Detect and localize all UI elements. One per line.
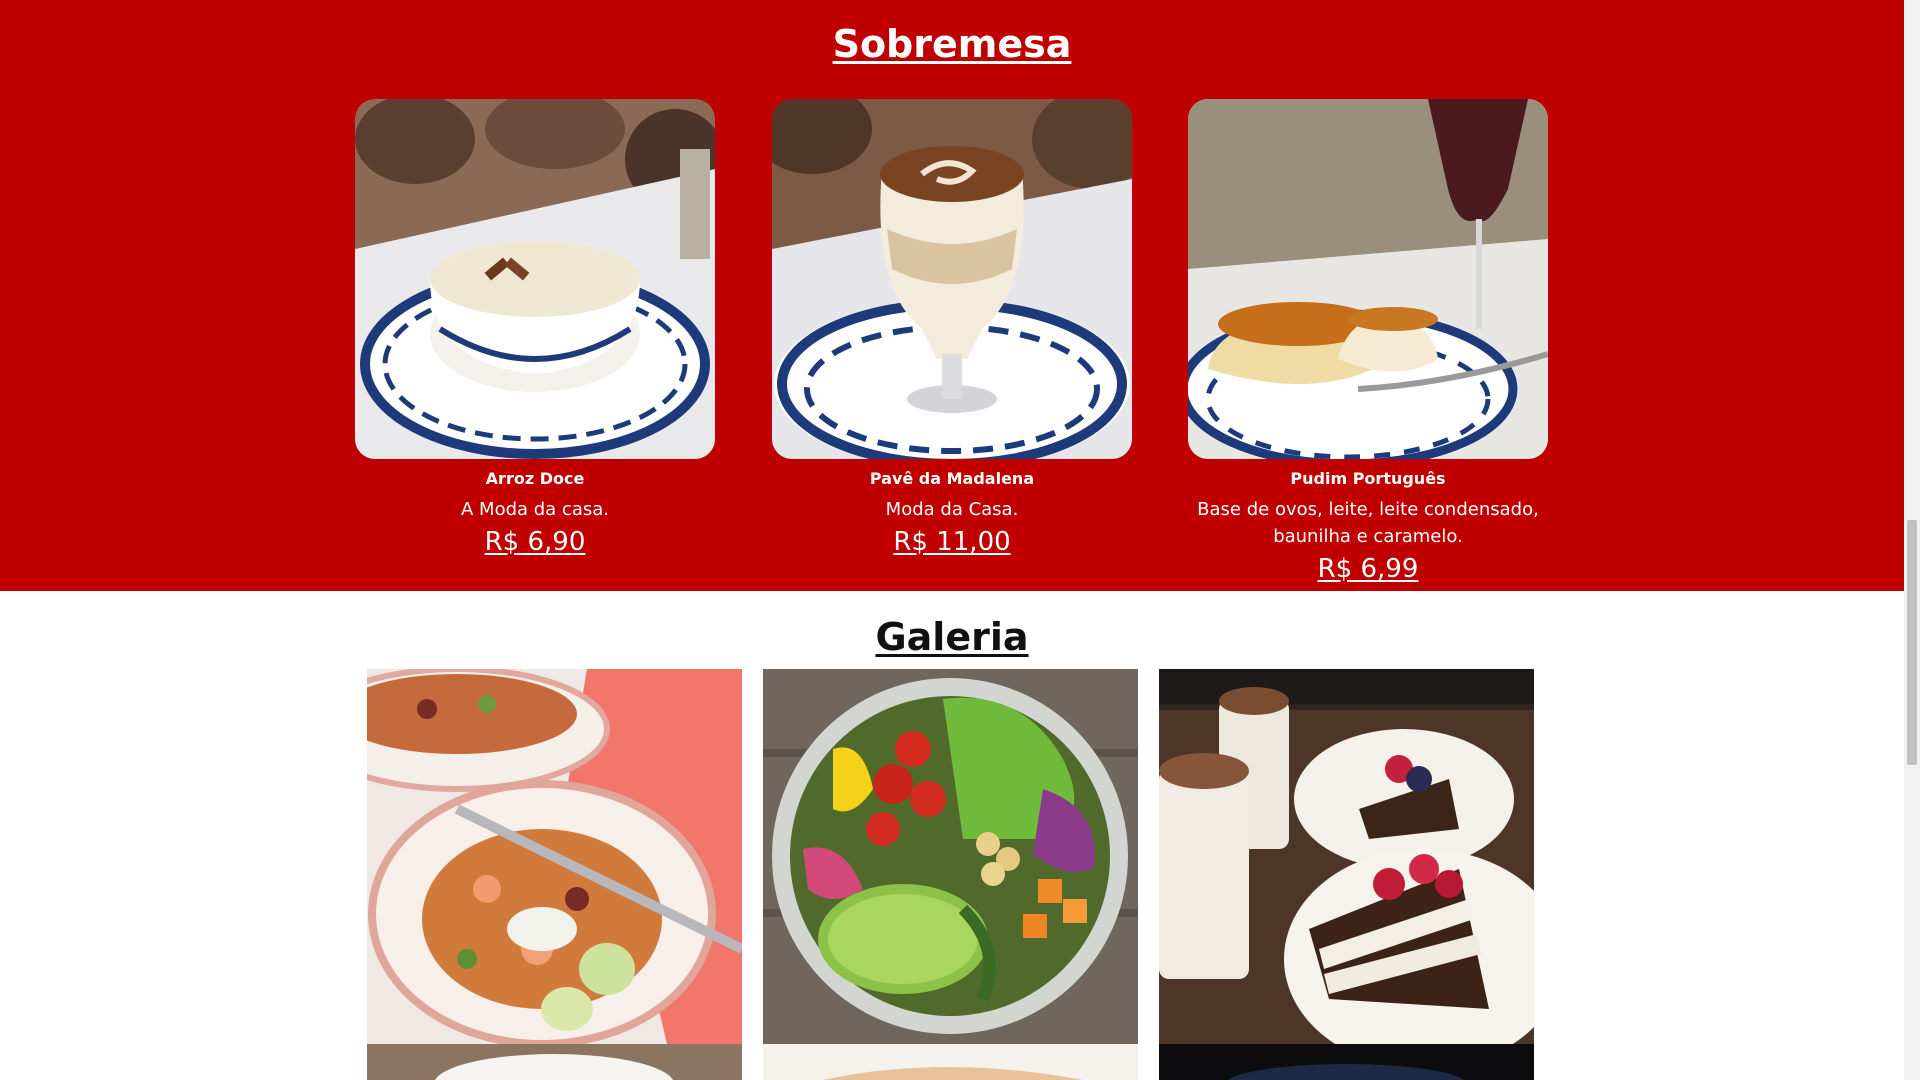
dessert-card-pudim-portugues: Pudim Português Base de ovos, leite, lei…	[1158, 99, 1578, 586]
dessert-card-pave-da-madalena: Pavê da Madalena Moda da Casa. R$ 11,00	[742, 99, 1162, 559]
gallery-image-row2-right	[1159, 1044, 1534, 1080]
gallery-image-cake-and-cocoa	[1159, 669, 1534, 1044]
dessert-description: A Moda da casa.	[461, 499, 609, 520]
vertical-scrollbar[interactable]	[1904, 0, 1920, 1080]
page: Sobremesa Arroz Doce A Moda da casa. R$ …	[0, 0, 1904, 1080]
sobremesa-title: Sobremesa	[832, 22, 1072, 66]
dessert-price-link[interactable]: R$ 6,90	[485, 525, 586, 559]
gallery-image-row2-left	[367, 1044, 742, 1080]
dessert-price-link[interactable]: R$ 6,99	[1318, 552, 1419, 586]
sobremesa-section: Sobremesa Arroz Doce A Moda da casa. R$ …	[0, 0, 1904, 591]
gallery-image-bean-salad	[367, 669, 742, 1044]
gallery-image-row2-middle	[763, 1044, 1138, 1080]
gallery-image-salad-bowl	[763, 669, 1138, 1044]
dessert-card-arroz-doce: Arroz Doce A Moda da casa. R$ 6,90	[325, 99, 745, 559]
arroz-doce-photo	[355, 99, 715, 459]
dessert-description: Moda da Casa.	[885, 499, 1019, 520]
pave-photo	[772, 99, 1132, 459]
scrollbar-thumb[interactable]	[1907, 520, 1917, 765]
dessert-name: Pudim Português	[1290, 469, 1446, 488]
dessert-name: Pavê da Madalena	[869, 469, 1035, 488]
dessert-price-link[interactable]: R$ 11,00	[893, 525, 1010, 559]
dessert-description: Base de ovos, leite, leite condensado, b…	[1197, 499, 1539, 547]
dessert-name: Arroz Doce	[485, 469, 585, 488]
galeria-title: Galeria	[875, 615, 1029, 659]
pudim-photo	[1188, 99, 1548, 459]
